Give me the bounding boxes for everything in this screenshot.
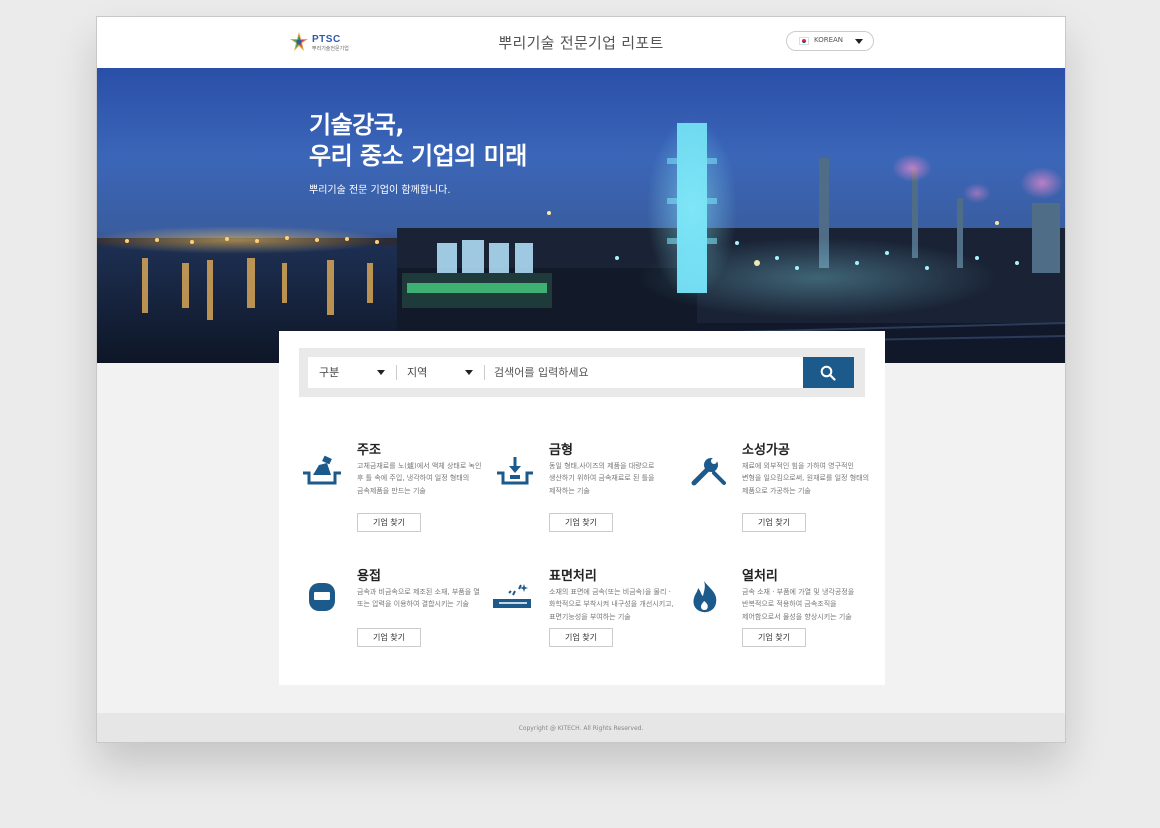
welding-mask-icon	[309, 583, 335, 611]
wrench-icon	[691, 458, 726, 486]
category-name: 금형	[549, 443, 573, 458]
site-header: PTSC 뿌리기술전문기업 뿌리기술 전문기업 리포트 KOREAN	[97, 17, 1065, 68]
category-description: 고체금재료를 노(爐)에서 액체 상태로 녹인 후 틀 속에 주입, 냉각하여 …	[357, 462, 482, 495]
category-heat-treatment: 열처리 금속 소재 · 부품에 가열 및 냉각공정을 반복적으로 적용하여 금속…	[686, 565, 876, 675]
casting-icon	[303, 455, 341, 485]
category-description: 금속과 비금속으로 제조된 소재, 부품을 열 또는 압력을 이용하여 결합시키…	[357, 588, 480, 609]
hero-title-line2: 우리 중소 기업의 미래	[309, 142, 527, 170]
find-company-button[interactable]: 기업 찾기	[742, 513, 806, 532]
category-description: 금속 소재 · 부품에 가열 및 냉각공정을 반복적으로 적용하여 금속조직을 …	[742, 588, 855, 621]
mold-icon	[497, 457, 533, 485]
language-label: KOREAN	[814, 36, 844, 44]
caret-down-icon	[377, 370, 385, 375]
divider	[484, 365, 485, 380]
browser-window: PTSC 뿌리기술전문기업 뿌리기술 전문기업 리포트 KOREAN 기술강국,…	[96, 16, 1066, 743]
find-company-button[interactable]: 기업 찾기	[357, 513, 421, 532]
search-icon	[820, 365, 836, 381]
category-plastic-working: 소성가공 재료에 외부적인 힘을 가하여 영구적인 변형을 일으킴으로써, 원재…	[686, 439, 876, 549]
category-description: 소재의 표면에 금속(또는 비금속)을 물리 · 화학적으로 부착시켜 내구성을…	[549, 588, 674, 621]
category-name: 주조	[357, 443, 381, 458]
industrial-night-image	[97, 118, 1065, 363]
search-bar: 구분 지역	[299, 348, 865, 397]
search-box: 구분 지역	[308, 357, 803, 388]
category-surface-treatment: 표면처리 소재의 표면에 금속(또는 비금속)을 물리 · 화학적으로 부착시켜…	[493, 565, 683, 675]
find-company-button[interactable]: 기업 찾기	[549, 628, 613, 647]
region-select[interactable]: 지역	[396, 357, 484, 388]
region-select-label: 지역	[407, 366, 428, 379]
category-name: 용접	[357, 569, 381, 584]
find-company-button[interactable]: 기업 찾기	[357, 628, 421, 647]
find-company-button[interactable]: 기업 찾기	[742, 628, 806, 647]
category-casting: 주조 고체금재료를 노(爐)에서 액체 상태로 녹인 후 틀 속에 주입, 냉각…	[301, 439, 491, 549]
search-input[interactable]	[494, 357, 794, 388]
find-company-button[interactable]: 기업 찾기	[549, 513, 613, 532]
category-mold: 금형 동일 형태,사이즈의 제품을 대량으로 생산하기 위하여 금속재료로 된 …	[493, 439, 683, 549]
search-button[interactable]	[803, 357, 854, 388]
category-name: 표면처리	[549, 569, 597, 584]
copyright-text: Copyright @ KITECH. All Rights Reserved.	[518, 725, 644, 732]
site-title: 뿌리기술 전문기업 리포트	[498, 34, 664, 52]
caret-down-icon	[465, 370, 473, 375]
surface-treatment-icon	[493, 584, 531, 608]
category-name: 소성가공	[742, 443, 790, 458]
category-select[interactable]: 구분	[308, 357, 396, 388]
content-card: 구분 지역 검색어를 입력하세요 주조 고체금재료를 노(爐)에서 액체 상태로…	[279, 331, 885, 685]
caret-down-icon	[855, 39, 863, 44]
category-description: 동일 형태,사이즈의 제품을 대량으로 생산하기 위하여 금속재료로 된 틀을 …	[549, 462, 655, 495]
language-select[interactable]: KOREAN	[786, 31, 874, 51]
hero-title-line1: 기술강국,	[309, 111, 404, 139]
category-welding: 용접 금속과 비금속으로 제조된 소재, 부품을 열 또는 압력을 이용하여 결…	[301, 565, 491, 675]
flame-icon	[693, 581, 717, 613]
hero-subtitle: 뿌리기술 전문 기업이 함께합니다.	[309, 185, 451, 196]
hero-banner: 기술강국, 우리 중소 기업의 미래 뿌리기술 전문 기업이 함께합니다.	[97, 68, 1065, 363]
category-select-label: 구분	[319, 366, 340, 379]
site-footer: Copyright @ KITECH. All Rights Reserved.	[97, 713, 1065, 742]
hero-title: 기술강국, 우리 중소 기업의 미래	[309, 110, 527, 172]
category-description: 재료에 외부적인 힘을 가하여 영구적인 변형을 일으킴으로써, 원재료를 일정…	[742, 462, 870, 495]
category-name: 열처리	[742, 569, 778, 584]
korea-flag-icon	[799, 37, 809, 45]
